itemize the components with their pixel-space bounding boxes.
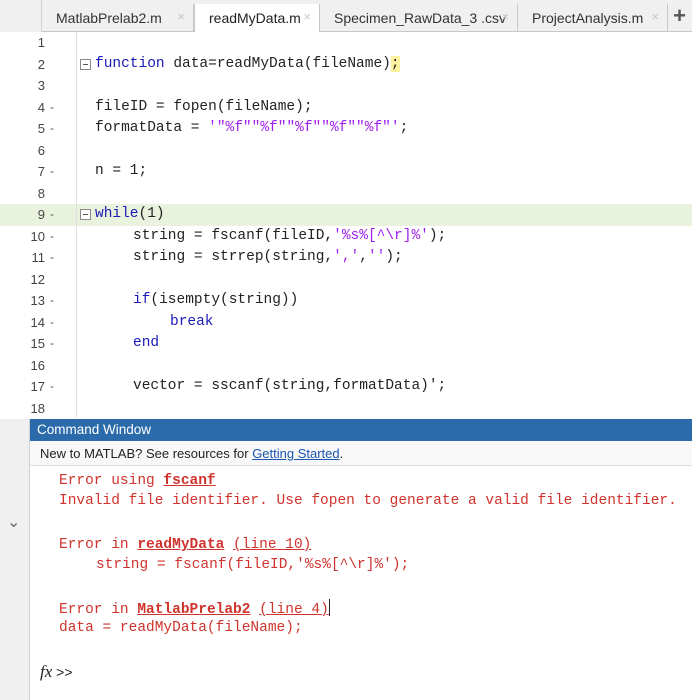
code-line: 16: [0, 355, 692, 377]
breakpoint-dash[interactable]: -: [50, 250, 54, 264]
error-line: Error in MatlabPrelab2 (line 4): [59, 599, 330, 618]
code-text: break: [170, 313, 214, 330]
tab-label: ProjectAnalysis.m: [532, 10, 644, 26]
close-icon[interactable]: ×: [177, 9, 185, 24]
code-text: string = strrep(string,',','');: [133, 249, 403, 265]
code-line: 1: [0, 32, 692, 54]
line-number: 6: [37, 142, 45, 158]
command-prompt[interactable]: fx >>: [40, 662, 73, 682]
code-line: 2 function data=readMyData(fileName);: [0, 54, 692, 76]
code-line: 11 - string = strrep(string,',','');: [0, 247, 692, 269]
code-text: if(isempty(string)): [133, 292, 299, 308]
line-number: 4: [37, 99, 45, 115]
tab-label: MatlabPrelab2.m: [56, 10, 162, 26]
command-window-side-strip: [0, 419, 30, 700]
code-line: 5 - formatData = '"%f""%f""%f""%f""%f"';: [0, 118, 692, 140]
breakpoint-dash[interactable]: -: [50, 100, 54, 114]
breakpoint-dash[interactable]: -: [50, 229, 54, 243]
command-window-title[interactable]: Command Window: [30, 419, 692, 441]
error-function-link[interactable]: fscanf: [163, 473, 215, 489]
getting-started-link[interactable]: Getting Started: [252, 446, 339, 461]
line-number: 5: [37, 121, 45, 136]
breakpoint-dash[interactable]: -: [50, 379, 54, 393]
breakpoint-dash[interactable]: -: [50, 121, 54, 135]
line-number: 3: [37, 78, 45, 93]
tab-bar-gutter: [0, 0, 42, 32]
tab-projectanalysis[interactable]: ProjectAnalysis.m ×: [518, 4, 668, 32]
code-editor[interactable]: 1 2 function data=readMyData(fileName); …: [0, 32, 692, 418]
command-window-output[interactable]: Error using fscanf Invalid file identifi…: [30, 466, 692, 700]
breakpoint-dash[interactable]: -: [50, 336, 54, 350]
breakpoint-dash[interactable]: -: [50, 315, 54, 329]
close-icon[interactable]: ×: [651, 9, 659, 24]
text-cursor: [328, 599, 330, 616]
line-number: 18: [30, 400, 45, 416]
error-function-link[interactable]: MatlabPrelab2: [137, 602, 250, 618]
editor-gutter-divider: [76, 32, 77, 418]
line-number: 8: [37, 185, 45, 201]
error-message: Invalid file identifier. Use fopen to ge…: [59, 493, 677, 509]
line-number: 11: [31, 250, 46, 265]
code-text: string = fscanf(fileID,'%s%[^\r]%');: [133, 227, 447, 244]
code-line: 4 - fileID = fopen(fileName);: [0, 97, 692, 119]
line-number: 15: [30, 336, 45, 351]
line-number: 16: [30, 357, 45, 373]
code-line: 14 - break: [0, 312, 692, 334]
code-text: end: [133, 335, 160, 351]
code-line: 12: [0, 269, 692, 291]
error-code: string = fscanf(fileID,'%s%[^\r]%');: [96, 557, 410, 573]
line-number: 17: [30, 379, 45, 394]
error-function-link[interactable]: readMyData: [137, 537, 224, 553]
line-number: 2: [37, 56, 45, 72]
code-text: n = 1;: [95, 163, 148, 179]
error-code: data = readMyData(fileName);: [59, 620, 303, 636]
code-line: 3: [0, 75, 692, 97]
add-tab-icon[interactable]: +: [673, 3, 686, 29]
breakpoint-dash[interactable]: -: [50, 164, 54, 178]
close-icon[interactable]: ×: [303, 9, 311, 24]
tab-readmydata[interactable]: readMyData.m ×: [194, 4, 320, 32]
code-line-highlighted: 9 - while(1): [0, 204, 692, 226]
tab-label: readMyData.m: [209, 10, 301, 26]
code-line: 13 - if(isempty(string)): [0, 290, 692, 312]
editor-tab-bar: MatlabPrelab2.m × readMyData.m × Specime…: [0, 0, 692, 32]
error-line-link[interactable]: (line 10): [233, 537, 311, 553]
line-number: 10: [30, 228, 45, 244]
code-line: 10 - string = fscanf(fileID,'%s%[^\r]%')…: [0, 226, 692, 248]
close-icon[interactable]: ×: [501, 9, 509, 24]
getting-started-notice: New to MATLAB? See resources for Getting…: [30, 441, 692, 466]
function-browser-icon[interactable]: fx: [40, 662, 52, 681]
line-number: 14: [30, 314, 45, 330]
line-number: 9: [37, 207, 45, 222]
code-text: function data=readMyData(fileName);: [95, 55, 400, 72]
fold-toggle-icon[interactable]: [80, 209, 91, 220]
line-number: 1: [37, 35, 45, 50]
code-line: 7 - n = 1;: [0, 161, 692, 183]
code-line: 15 - end: [0, 333, 692, 355]
breakpoint-dash[interactable]: -: [50, 293, 54, 307]
error-line: Error using fscanf: [59, 473, 216, 489]
tab-label: Specimen_RawData_3 .csv: [334, 10, 506, 26]
breakpoint-dash[interactable]: -: [50, 207, 54, 221]
line-number: 13: [30, 293, 45, 308]
code-line: 8: [0, 183, 692, 205]
error-line-link[interactable]: (line 4): [259, 602, 329, 618]
tab-matlabprelab2[interactable]: MatlabPrelab2.m ×: [42, 4, 194, 32]
code-line: 18: [0, 398, 692, 420]
line-number: 12: [30, 271, 45, 287]
code-text: formatData = '"%f""%f""%f""%f""%f"';: [95, 120, 409, 136]
tab-specimen-rawdata[interactable]: Specimen_RawData_3 .csv ×: [320, 4, 518, 32]
code-text: while(1): [95, 206, 165, 222]
code-text: fileID = fopen(fileName);: [95, 98, 313, 115]
code-line: 17 - vector = sscanf(string,formatData)'…: [0, 376, 692, 398]
error-line: Error in readMyData (line 10): [59, 537, 312, 553]
chevron-down-icon[interactable]: ⌄: [7, 512, 20, 532]
line-number: 7: [37, 164, 45, 179]
code-line: 6: [0, 140, 692, 162]
code-text: vector = sscanf(string,formatData)';: [133, 378, 447, 394]
fold-toggle-icon[interactable]: [80, 58, 91, 70]
